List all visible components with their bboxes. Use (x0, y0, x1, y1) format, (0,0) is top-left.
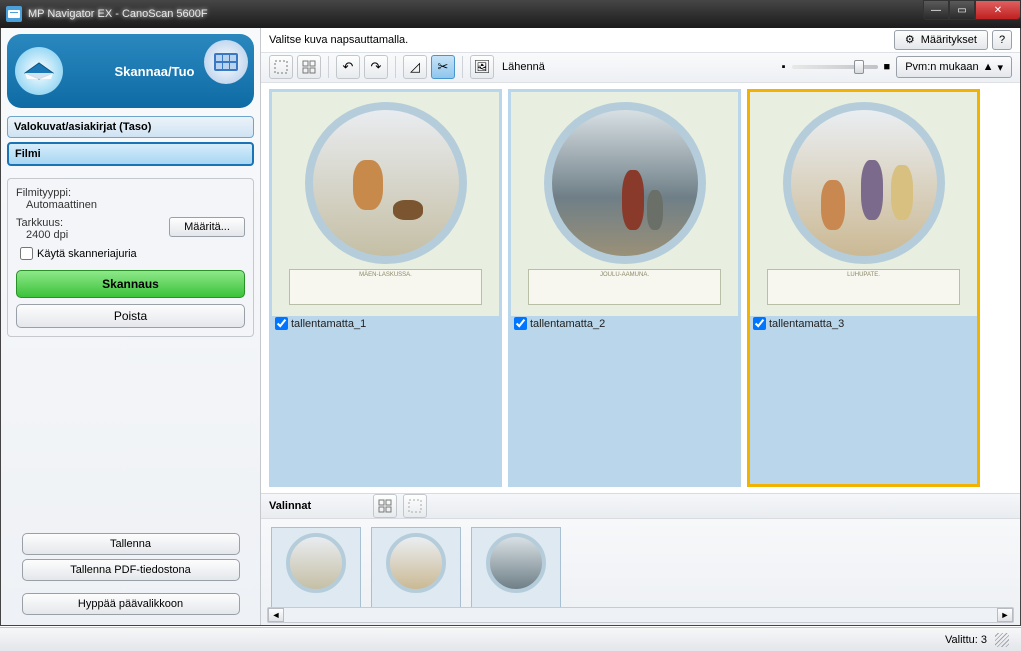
flip-tool[interactable]: ◿ (403, 55, 427, 79)
rotate-right-tool[interactable]: ↷ (364, 55, 388, 79)
sidebar-item-photos-docs[interactable]: Valokuvat/asiakirjat (Taso) (7, 116, 254, 138)
select-grid-tool[interactable] (297, 55, 321, 79)
thumbnail-checkbox[interactable] (753, 317, 766, 330)
help-button[interactable]: ? (992, 30, 1012, 50)
crop-tool[interactable]: ✂ (431, 55, 455, 79)
content-top-bar: Valitse kuva napsauttamalla. ⚙ Määrityks… (261, 28, 1020, 53)
save-pdf-button[interactable]: Tallenna PDF-tiedostona (22, 559, 240, 581)
minimize-button[interactable]: — (923, 0, 949, 20)
scan-settings-box: Filmityyppi: Automaattinen Tarkkuus: 240… (7, 178, 254, 337)
status-bar: Valittu: 3 (0, 627, 1021, 651)
thumbnail-grid: MÄEN-LASKUSSA. tallentamatta_1 JOULU-AAM… (261, 83, 1020, 493)
use-driver-checkbox[interactable] (20, 247, 33, 260)
thumbnail-name: tallentamatta_3 (769, 318, 844, 330)
zoom-label: Lähennä (502, 61, 545, 73)
resize-grip[interactable] (995, 633, 1009, 647)
film-type-value: Automaattinen (16, 199, 245, 211)
save-button[interactable]: Tallenna (22, 533, 240, 555)
thumbnail-1[interactable]: MÄEN-LASKUSSA. tallentamatta_1 (269, 89, 502, 487)
scan-header: Skannaa/Tuo (7, 34, 254, 108)
scroll-track[interactable] (284, 608, 997, 622)
zoom-slider-thumb[interactable] (854, 60, 864, 74)
selected-count: Valittu: 3 (945, 634, 987, 646)
selection-bar: Valinnat (261, 493, 1020, 519)
thumbnail-small-icon: ▪ (782, 61, 786, 73)
settings-button[interactable]: ⚙ Määritykset (894, 30, 988, 50)
main-menu-button[interactable]: Hyppää päävalikkoon (22, 593, 240, 615)
selection-select-all[interactable] (373, 494, 397, 518)
view-mode-icon[interactable] (204, 40, 248, 84)
scanner-icon (15, 47, 63, 95)
titlebar: MP Navigator EX - CanoScan 5600F — ▭ ✕ (0, 0, 1021, 28)
delete-button[interactable]: Poista (16, 304, 245, 328)
thumbnail-image: JOULU-AAMUNA. (511, 92, 738, 316)
selection-title: Valinnat (269, 500, 311, 512)
thumbnail-name: tallentamatta_2 (530, 318, 605, 330)
chevron-down-icon: ▾ (997, 61, 1003, 74)
scroll-right-button[interactable]: ► (997, 608, 1013, 622)
selection-clear[interactable] (403, 494, 427, 518)
strip-thumbnail-2[interactable] (371, 527, 461, 617)
scroll-left-button[interactable]: ◄ (268, 608, 284, 622)
selection-strip: ◄ ► (261, 519, 1020, 625)
thumbnail-caption: MÄEN-LASKUSSA. (289, 269, 483, 305)
resolution-value: 2400 dpi (16, 229, 68, 241)
window-controls: — ▭ ✕ (923, 0, 1021, 20)
thumbnail-name: tallentamatta_1 (291, 318, 366, 330)
thumbnail-image: LUHUPATE. (750, 92, 977, 316)
thumbnail-3[interactable]: LUHUPATE. tallentamatta_3 (747, 89, 980, 487)
thumbnail-caption: LUHUPATE. (767, 269, 961, 305)
maximize-button[interactable]: ▭ (949, 0, 975, 20)
thumbnail-checkbox[interactable] (275, 317, 288, 330)
toolbar: ↶ ↷ ◿ ✂ 🖼 Lähennä ▪ ■ Pvm:n mukaan ▲ ▾ (261, 53, 1020, 83)
configure-button[interactable]: Määritä... (169, 217, 245, 237)
content-area: Valitse kuva napsauttamalla. ⚙ Määrityks… (261, 28, 1020, 625)
zoom-slider[interactable] (792, 65, 878, 69)
app-icon (6, 6, 22, 22)
thumbnail-caption: JOULU-AAMUNA. (528, 269, 722, 305)
resolution-label: Tarkkuus: (16, 217, 68, 229)
film-type-label: Filmityyppi: (16, 187, 245, 199)
sort-up-icon: ▲ (983, 61, 994, 73)
sort-dropdown-label: Pvm:n mukaan (905, 61, 978, 73)
rotate-left-tool[interactable]: ↶ (336, 55, 360, 79)
thumbnail-large-icon: ■ (884, 61, 891, 73)
thumbnail-2[interactable]: JOULU-AAMUNA. tallentamatta_2 (508, 89, 741, 487)
sliders-icon: ⚙ (905, 33, 915, 46)
thumbnail-image: MÄEN-LASKUSSA. (272, 92, 499, 316)
instruction-text: Valitse kuva napsauttamalla. (269, 34, 894, 46)
window-title: MP Navigator EX - CanoScan 5600F (28, 8, 923, 20)
scan-button[interactable]: Skannaus (16, 270, 245, 298)
settings-button-label: Määritykset (921, 34, 977, 46)
sidebar: Skannaa/Tuo Valokuvat/asiakirjat (Taso) … (1, 28, 261, 625)
horizontal-scrollbar[interactable]: ◄ ► (267, 607, 1014, 623)
thumbnail-checkbox[interactable] (514, 317, 527, 330)
strip-thumbnail-3[interactable] (471, 527, 561, 617)
image-info-tool[interactable]: 🖼 (470, 55, 494, 79)
sort-dropdown[interactable]: Pvm:n mukaan ▲ ▾ (896, 56, 1012, 78)
sidebar-item-film[interactable]: Filmi (7, 142, 254, 166)
close-button[interactable]: ✕ (975, 0, 1021, 20)
select-all-tool[interactable] (269, 55, 293, 79)
use-driver-label: Käytä skanneriajuria (37, 248, 137, 260)
strip-thumbnail-1[interactable] (271, 527, 361, 617)
